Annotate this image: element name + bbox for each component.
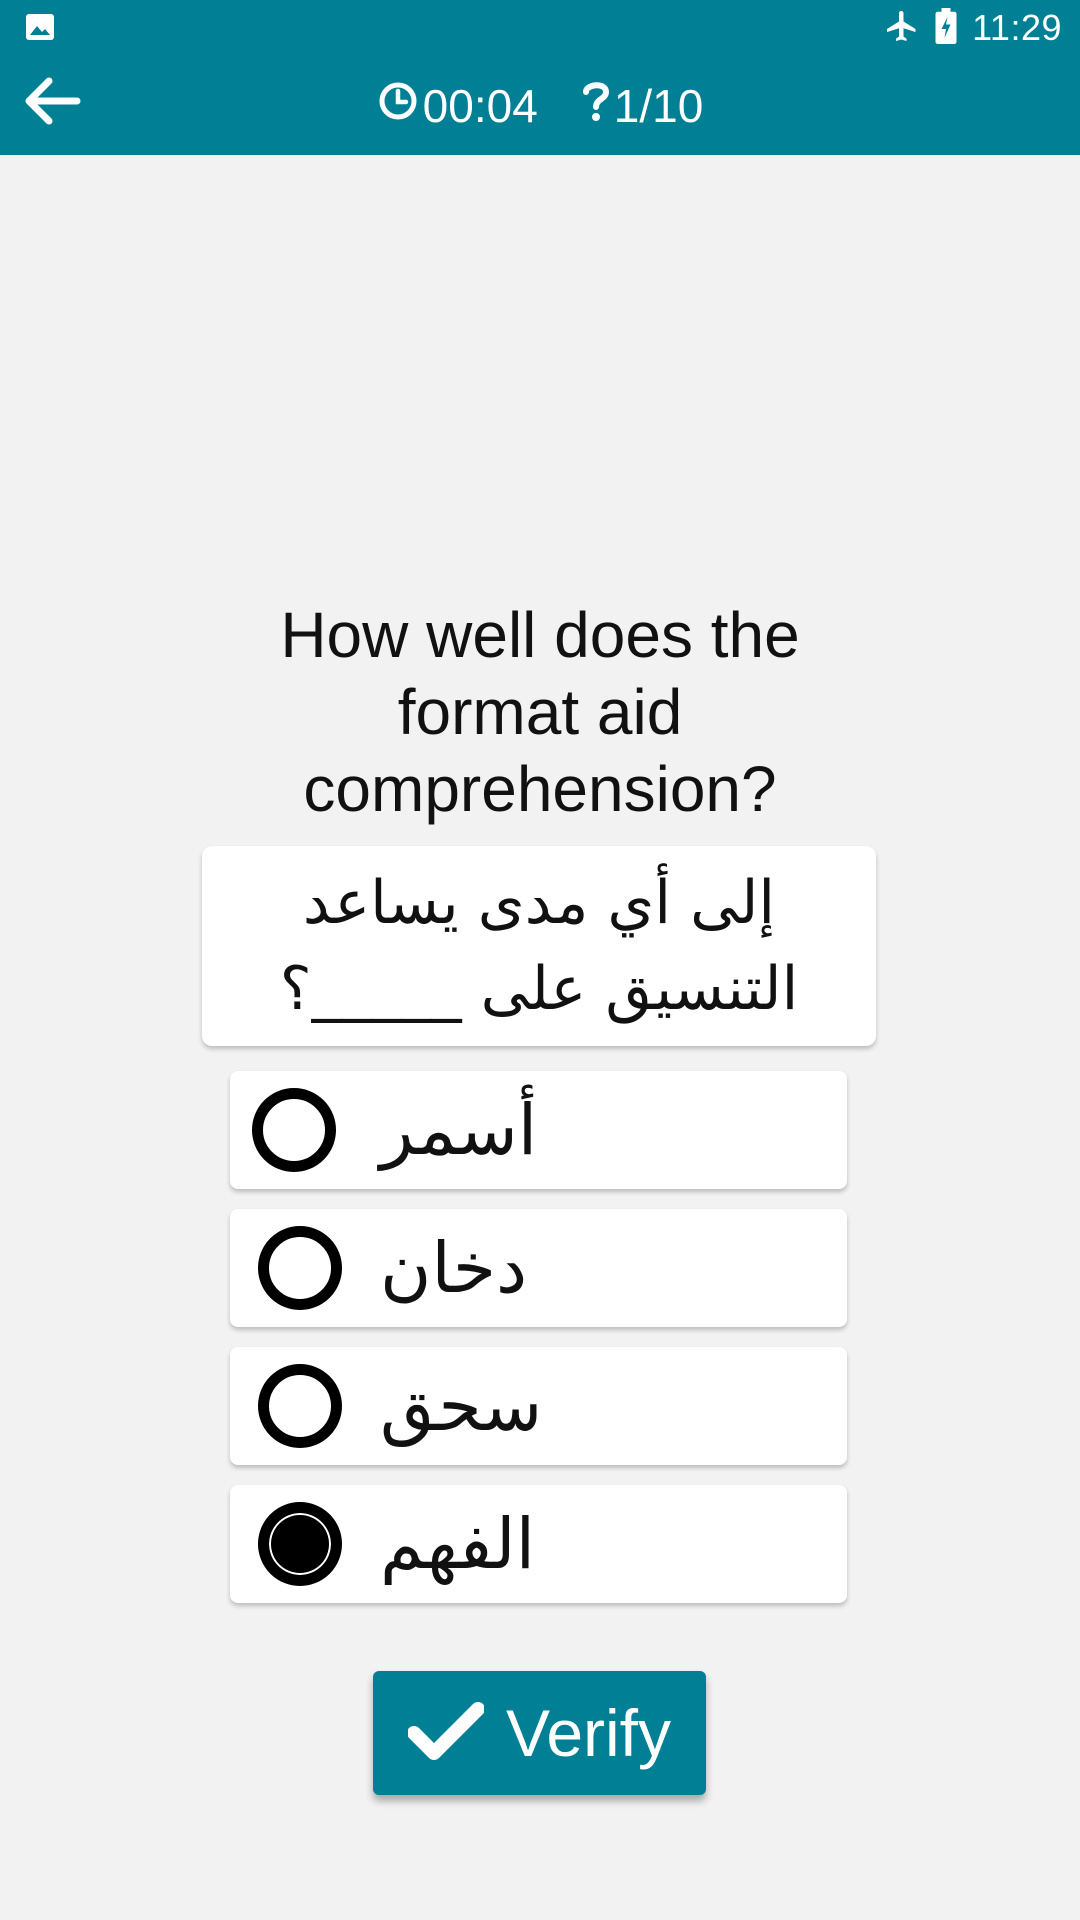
- radio-button[interactable]: [258, 1364, 342, 1448]
- answer-option-2[interactable]: دخان: [230, 1209, 847, 1327]
- verify-button[interactable]: Verify: [373, 1671, 706, 1795]
- radio-button-selected[interactable]: [258, 1502, 342, 1586]
- timer-value: 00:04: [422, 80, 538, 132]
- airplane-mode-icon: [884, 8, 920, 49]
- status-time: 11:29: [972, 7, 1062, 48]
- image-notification-icon: [25, 13, 55, 41]
- quiz-status: 00:04 1/10: [0, 78, 1080, 134]
- question-mark-icon: [582, 79, 610, 133]
- status-bar: 11:29: [0, 0, 1080, 55]
- radio-button[interactable]: [252, 1088, 336, 1172]
- checkmark-icon: [406, 1701, 485, 1766]
- option-label: الفهم: [380, 1503, 536, 1585]
- clock-icon: [377, 79, 419, 133]
- question-arabic-card: إلى أي مدى يساعد التنسيق على _____؟: [202, 846, 876, 1046]
- option-label: دخان: [380, 1227, 528, 1309]
- verify-label: Verify: [505, 1696, 672, 1770]
- app-bar: 11:29 00:04 1/10: [0, 0, 1080, 155]
- timer: 00:04: [377, 79, 538, 133]
- answer-option-4[interactable]: الفهم: [230, 1485, 847, 1603]
- answer-option-1[interactable]: أسمر: [230, 1071, 847, 1189]
- question-english: How well does the format aid comprehensi…: [280, 599, 800, 825]
- question-progress: 1/10: [582, 79, 704, 133]
- progress-value: 1/10: [613, 80, 704, 132]
- answer-option-3[interactable]: سحق: [230, 1347, 847, 1465]
- option-label: سحق: [380, 1365, 543, 1447]
- radio-button[interactable]: [258, 1226, 342, 1310]
- status-icons: 11:29: [884, 6, 1062, 50]
- option-label: أسمر: [380, 1089, 538, 1171]
- question-arabic: إلى أي مدى يساعد التنسيق على _____؟: [279, 868, 799, 1024]
- battery-charging-icon: [934, 7, 958, 49]
